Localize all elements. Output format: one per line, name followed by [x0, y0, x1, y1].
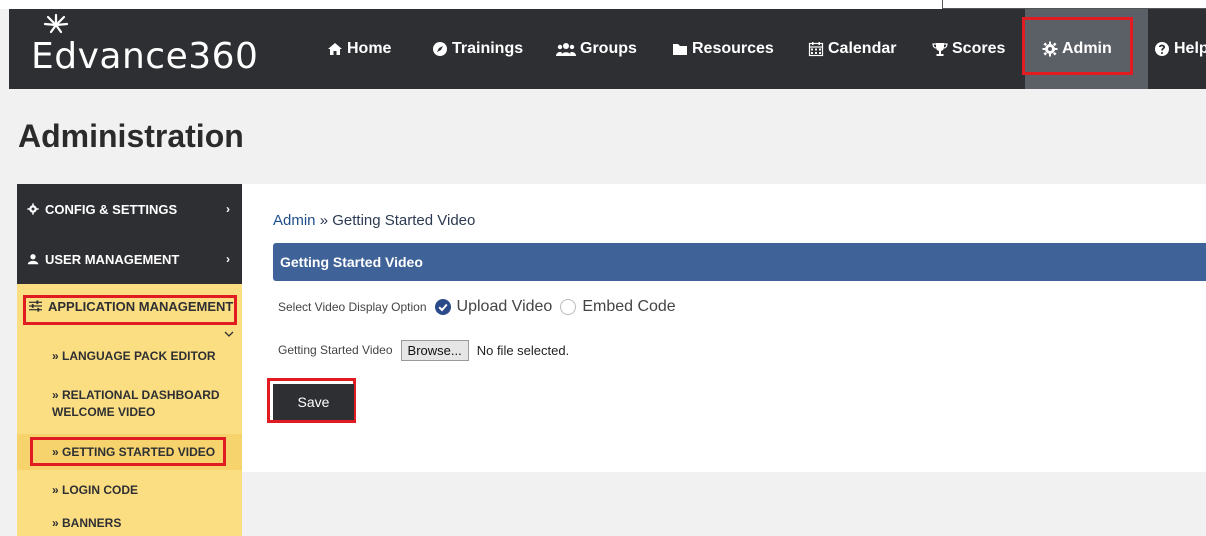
sidebar-item-config[interactable]: CONFIG & SETTINGS ›	[17, 184, 242, 234]
file-upload-label: Getting Started Video	[278, 343, 393, 357]
upload-video-radio[interactable]: Upload Video	[434, 298, 553, 316]
radio-unchecked-icon	[560, 299, 577, 315]
nav-resources-label: Resources	[692, 40, 774, 57]
nav-trainings[interactable]: Trainings	[432, 9, 523, 89]
radio-checked-icon	[434, 299, 451, 315]
user-icon	[27, 254, 39, 265]
window-edge	[942, 0, 1206, 9]
nav-scores-label: Scores	[952, 40, 1006, 57]
nav-home[interactable]: Home	[327, 9, 391, 89]
trophy-icon	[932, 43, 948, 56]
chevron-right-icon: ›	[226, 252, 230, 266]
save-button[interactable]: Save	[273, 384, 354, 420]
chevron-down-icon	[224, 331, 234, 337]
display-option-row: Select Video Display Option Upload Video…	[278, 296, 684, 318]
nav-help-label: Help	[1174, 40, 1206, 57]
page-title: Administration	[18, 118, 244, 154]
nav-groups-label: Groups	[580, 40, 637, 57]
sidebar-sub-login-code[interactable]: » LOGIN CODE	[17, 482, 242, 502]
sidebar-item-users-label: USER MANAGEMENT	[45, 251, 180, 267]
nav-calendar[interactable]: Calendar	[808, 9, 896, 89]
embed-code-label: Embed Code	[582, 298, 676, 315]
breadcrumb-separator: »	[315, 212, 333, 229]
browser-top-strip	[0, 0, 1206, 9]
nav-resources[interactable]: Resources	[672, 9, 774, 89]
admin-highlight-box	[1022, 17, 1133, 75]
folder-icon	[673, 44, 687, 55]
chevron-right-icon: ›	[226, 202, 230, 216]
sidebar-item-users[interactable]: USER MANAGEMENT ›	[17, 234, 242, 284]
breadcrumb-current: Getting Started Video	[332, 212, 476, 229]
display-option-label: Select Video Display Option	[278, 300, 427, 314]
sidebar-item-config-label: CONFIG & SETTINGS	[45, 201, 178, 217]
nav-help[interactable]: Help	[1154, 9, 1206, 89]
home-icon	[328, 43, 342, 55]
section-header: Getting Started Video	[273, 243, 1206, 281]
sidebar-sub-banners[interactable]: » BANNERS	[17, 515, 242, 535]
nav-scores[interactable]: Scores	[932, 9, 1005, 89]
sidebar-sub-language-pack[interactable]: » LANGUAGE PACK EDITOR	[17, 348, 242, 368]
breadcrumb-admin-link[interactable]: Admin	[273, 212, 316, 229]
logo-text: Edvance360	[31, 36, 259, 77]
file-upload-row: Getting Started Video Browse... No file …	[278, 339, 569, 361]
sidebar-sub-welcome-video[interactable]: » RELATIONAL DASHBOARD WELCOME VIDEO	[17, 387, 242, 427]
embed-code-radio[interactable]: Embed Code	[560, 298, 676, 316]
gear-icon	[27, 203, 39, 215]
browse-button[interactable]: Browse...	[400, 339, 469, 361]
nav-home-label: Home	[347, 40, 392, 57]
question-icon	[1155, 42, 1169, 56]
breadcrumb: Admin » Getting Started Video	[273, 212, 475, 229]
users-icon	[556, 43, 576, 56]
nav-groups[interactable]: Groups	[556, 9, 637, 89]
getting-started-highlight-box	[30, 437, 226, 466]
main-panel: Admin » Getting Started Video Getting St…	[242, 184, 1206, 472]
nav-trainings-label: Trainings	[452, 40, 524, 57]
nav-calendar-label: Calendar	[828, 40, 897, 57]
upload-video-label: Upload Video	[456, 298, 553, 315]
app-page: Edvance360 Home Trainings Groups Resourc…	[0, 0, 1206, 536]
calendar-icon	[808, 42, 824, 57]
application-highlight-box	[23, 295, 237, 325]
sidebar: CONFIG & SETTINGS › USER MANAGEMENT › AP…	[17, 184, 242, 536]
file-status-text: No file selected.	[476, 342, 570, 358]
compass-icon	[433, 42, 447, 56]
